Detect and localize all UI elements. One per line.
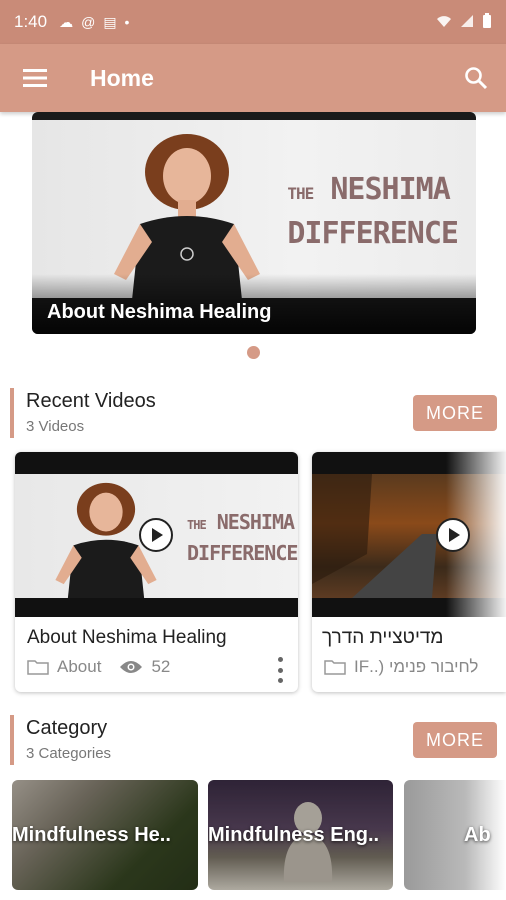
video-brand-line1: NESHIMA [216,510,295,534]
category-label: Mindfulness He.. [12,824,171,846]
app-bar: Home [0,44,506,112]
menu-button[interactable] [0,44,70,112]
play-icon[interactable] [436,518,470,552]
video-category: לחיבור פנימי (..IF [354,657,479,676]
wifi-icon [436,14,452,31]
eye-icon [120,661,143,673]
section-accent-bar [10,388,14,438]
folder-icon [27,660,49,675]
page-title: Home [90,64,154,91]
hamburger-icon [23,69,47,87]
category-count: 3 Categories [26,745,112,762]
at-icon: @ [81,14,96,30]
card-icon: ▤ [103,13,117,30]
category-more-button[interactable]: MORE [413,722,497,758]
video-card[interactable]: THE NESHIMA DIFFERENCE About Neshima Hea… [15,452,298,692]
category-card[interactable]: Ab [404,780,506,890]
hero-brand-line1: NESHIMA [330,172,450,207]
category-card[interactable]: Mindfulness Eng.. [208,780,393,890]
video-meta: About 52 [27,657,170,677]
category-card[interactable]: Mindfulness He.. [12,780,198,890]
recent-videos-count: 3 Videos [26,418,85,435]
hero-brand-text: THE NESHIMA DIFFERENCE [287,170,459,254]
video-views: 52 [151,657,171,676]
status-time: 1:40 [14,12,48,31]
category-title: Category [26,717,108,739]
status-bar: 1:40 ☁ @ ▤ • [0,0,506,44]
hero-caption: About Neshima Healing [47,301,272,323]
hero-brand-line2: DIFFERENCE [287,216,459,251]
video-thumbnail: THE NESHIMA DIFFERENCE [15,452,298,617]
video-title: About Neshima Healing [27,627,227,648]
battery-icon [482,12,492,32]
folder-icon [324,660,346,675]
video-title: מדיטציית הדרך [322,627,444,648]
hero-brand-small: THE [287,184,314,203]
video-thumbnail [312,452,506,617]
video-card[interactable]: מדיטציית הדרך לחיבור פנימי (..IF [312,452,506,692]
play-icon[interactable] [139,518,173,552]
search-button[interactable] [446,44,506,112]
category-label: Mindfulness Eng.. [208,824,380,846]
dot-icon: • [124,14,130,30]
more-options-icon[interactable] [276,657,284,683]
video-brand-small: THE [187,518,207,532]
cloud-icon: ☁ [59,13,74,30]
video-category: About [57,657,102,676]
video-brand-line2: DIFFERENCE [187,541,298,565]
recent-more-button[interactable]: MORE [413,395,497,431]
section-accent-bar [10,715,14,765]
search-icon [465,67,488,90]
signal-icon [460,14,474,31]
video-meta: לחיבור פנימי (..IF [324,657,478,677]
video-brand-text: THE NESHIMA DIFFERENCE [187,508,298,567]
hero-banner[interactable]: THE NESHIMA DIFFERENCE About Neshima Hea… [32,112,476,334]
pager-dot[interactable] [247,346,260,359]
category-label: Ab [464,824,491,846]
recent-videos-title: Recent Videos [26,390,156,412]
